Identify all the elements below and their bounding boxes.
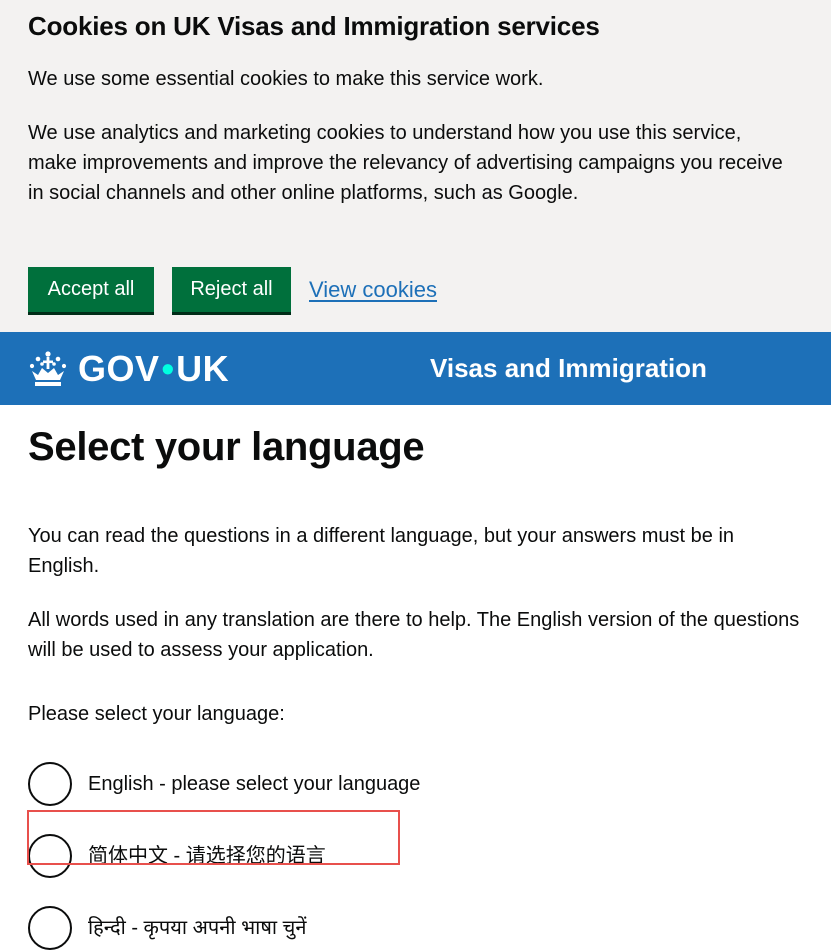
intro-text-1: You can read the questions in a differen… bbox=[28, 525, 735, 577]
cookie-banner-analytics-text: We use analytics and marketing cookies t… bbox=[28, 122, 783, 204]
radio-label: English - please select your language bbox=[88, 773, 421, 795]
language-option-hindi[interactable]: हिन्दी - कृपया अपनी भाषा चुनें bbox=[28, 905, 803, 951]
govuk-logo-dot: • bbox=[161, 348, 175, 389]
crown-icon bbox=[29, 351, 67, 386]
language-option-english[interactable]: English - please select your language bbox=[28, 761, 803, 807]
radio-button[interactable] bbox=[28, 906, 72, 950]
language-prompt: Please select your language: bbox=[28, 703, 285, 725]
accept-all-button[interactable]: Accept all bbox=[28, 267, 154, 312]
intro-text-2: All words used in any translation are th… bbox=[28, 609, 800, 661]
view-cookies-link[interactable]: View cookies bbox=[309, 277, 437, 303]
radio-label: 简体中文 - 请选择您的语言 bbox=[88, 845, 326, 867]
radio-button[interactable] bbox=[28, 762, 72, 806]
reject-all-button[interactable]: Reject all bbox=[172, 267, 291, 312]
service-name-link[interactable]: Visas and Immigration bbox=[430, 351, 707, 385]
radio-label: हिन्दी - कृपया अपनी भाषा चुनें bbox=[88, 917, 307, 939]
language-radio-group: English - please select your language 简体… bbox=[28, 761, 803, 951]
page-title: Select your language bbox=[28, 425, 425, 469]
govuk-logo-link[interactable]: GOV • UK bbox=[28, 348, 229, 390]
cookie-banner-title: Cookies on UK Visas and Immigration serv… bbox=[28, 11, 600, 41]
main-content: Select your language You can read the qu… bbox=[0, 405, 831, 951]
govuk-logo-text-uk: UK bbox=[176, 348, 230, 389]
govuk-logo-text-gov: GOV bbox=[78, 348, 160, 389]
cookie-banner: Cookies on UK Visas and Immigration serv… bbox=[0, 0, 831, 332]
language-option-chinese[interactable]: 简体中文 - 请选择您的语言 bbox=[28, 833, 803, 879]
radio-button[interactable] bbox=[28, 834, 72, 878]
govuk-header: GOV • UK Visas and Immigration bbox=[0, 332, 831, 405]
cookie-banner-essential-text: We use some essential cookies to make th… bbox=[28, 68, 544, 90]
cookie-banner-actions: Accept all Reject all View cookies bbox=[28, 267, 437, 312]
